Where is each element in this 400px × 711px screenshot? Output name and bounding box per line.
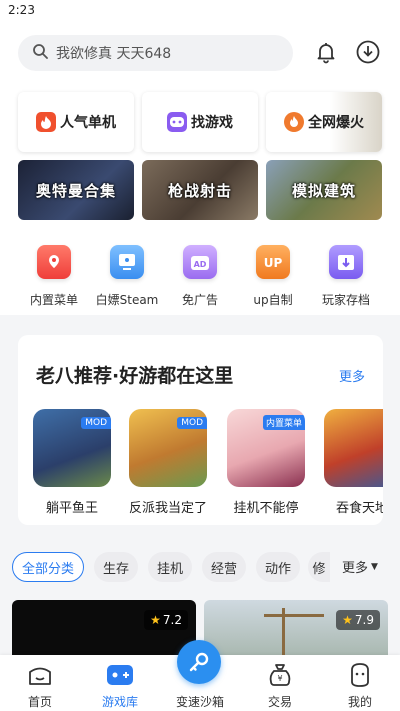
banner-building[interactable]: 模拟建筑 xyxy=(266,160,382,220)
nav-label: 首页 xyxy=(27,695,52,709)
featured-tile-find-game[interactable]: 找游戏 xyxy=(142,92,258,152)
category-tag[interactable]: 挂机 xyxy=(148,552,192,582)
game-preview[interactable]: ★ 7.2 xyxy=(12,600,196,656)
nav-label: 我的 xyxy=(347,695,372,709)
game-badge: MOD xyxy=(81,417,111,429)
game-name: 反派我当定了 xyxy=(128,501,207,516)
banner-label: 奥特曼合集 xyxy=(35,181,116,200)
quick-entry-label: 免广告 xyxy=(181,293,218,307)
category-tag[interactable]: 动作 xyxy=(256,552,300,582)
category-tag[interactable]: 经营 xyxy=(202,552,246,582)
nav-home[interactable]: 首页 xyxy=(0,655,80,711)
save-icon xyxy=(329,245,363,279)
search-placeholder: 我欲修真 天天648 xyxy=(56,46,172,62)
profile-icon xyxy=(351,663,369,687)
quick-entry-saves[interactable]: 玩家存档 xyxy=(308,245,384,308)
banner-label: 模拟建筑 xyxy=(291,181,356,200)
nav-label: 游戏库 xyxy=(101,695,138,709)
game-name: 挂机不能停 xyxy=(233,501,299,516)
speed-sandbox-key-button[interactable] xyxy=(177,640,221,684)
status-time: 2:23 xyxy=(8,3,35,17)
category-tag-all[interactable]: 全部分类 xyxy=(12,552,84,582)
svg-text:¥: ¥ xyxy=(277,674,282,683)
monitor-icon xyxy=(110,245,144,279)
quick-entry-steam[interactable]: 白嫖Steam xyxy=(89,245,165,308)
nav-profile[interactable]: 我的 xyxy=(320,655,400,711)
game-card[interactable]: MOD 反派我当定了 xyxy=(128,409,208,516)
category-more-button[interactable]: 更多 ▼ xyxy=(336,557,378,576)
search-input[interactable]: 我欲修真 天天648 xyxy=(18,35,293,71)
nav-game-library[interactable]: 游戏库 xyxy=(80,655,160,711)
nav-trade[interactable]: ¥ 交易 xyxy=(240,655,320,711)
game-icon xyxy=(324,409,383,487)
game-icon: MOD xyxy=(33,409,111,487)
caret-down-icon: ▼ xyxy=(371,561,378,572)
category-tag[interactable]: 生存 xyxy=(94,552,138,582)
top-bar: 我欲修真 天天648 xyxy=(0,24,400,80)
category-tags: 全部分类 生存 挂机 经营 动作 修 更多 ▼ xyxy=(0,552,400,588)
search-icon xyxy=(32,43,48,63)
star-icon: ★ xyxy=(150,613,161,627)
game-name: 躺平鱼王 xyxy=(45,501,98,516)
recommend-card: 老八推荐·好游都在这里 更多 MOD 躺平鱼王 MOD 反派我当定了 内置菜单 … xyxy=(18,335,383,525)
featured-tile-label: 人气单机 xyxy=(60,115,116,131)
key-icon xyxy=(189,652,209,672)
game-card[interactable]: 吞食天地 xyxy=(324,409,383,516)
gamepad-icon xyxy=(167,112,187,132)
game-card[interactable]: 内置菜单 挂机不能停 xyxy=(226,409,306,516)
money-bag-icon: ¥ xyxy=(269,664,291,686)
flame-icon xyxy=(36,112,56,132)
rating-badge: ★ 7.9 xyxy=(336,610,380,630)
quick-entry-label: 白嫖Steam xyxy=(95,293,159,307)
game-card[interactable]: MOD 躺平鱼王 xyxy=(32,409,112,516)
game-library-icon xyxy=(107,665,133,685)
game-badge: 内置菜单 xyxy=(262,415,305,430)
recommend-more-link[interactable]: 更多 xyxy=(339,366,365,385)
category-tag[interactable]: 修 xyxy=(308,552,330,582)
svg-text:AD: AD xyxy=(194,260,207,269)
quick-entry-menu[interactable]: 内置菜单 xyxy=(16,245,92,308)
crane-arm-graphic xyxy=(264,614,324,617)
banner-shooter[interactable]: 枪战射击 xyxy=(142,160,258,220)
rating-value: 7.9 xyxy=(354,613,374,627)
menu-icon xyxy=(37,245,71,279)
nav-label: 交易 xyxy=(267,695,292,709)
game-name: 吞食天地 xyxy=(336,501,383,516)
quick-entry-no-ads[interactable]: AD 免广告 xyxy=(162,245,238,308)
banner-ultraman[interactable]: 奥特曼合集 xyxy=(18,160,134,220)
download-icon[interactable] xyxy=(354,38,382,66)
game-badge: MOD xyxy=(177,417,207,429)
quick-entry-label: 内置菜单 xyxy=(29,293,78,307)
fire-icon xyxy=(284,112,304,132)
star-icon: ★ xyxy=(342,613,353,627)
featured-tile-popular[interactable]: 人气单机 xyxy=(18,92,134,152)
rating-value: 7.2 xyxy=(162,613,182,627)
quick-entry-label: 玩家存档 xyxy=(321,293,370,307)
quick-entry-label: up自制 xyxy=(253,293,293,307)
featured-tile-viral[interactable]: 全网爆火 xyxy=(266,92,382,152)
ad-block-icon: AD xyxy=(183,245,217,279)
svg-text:UP: UP xyxy=(264,256,283,270)
banner-label: 枪战射击 xyxy=(167,181,232,200)
rating-badge: ★ 7.2 xyxy=(144,610,188,630)
up-icon: UP xyxy=(256,245,290,279)
featured-tile-label: 全网爆火 xyxy=(308,115,364,131)
game-preview[interactable]: ★ 7.9 xyxy=(204,600,388,656)
status-bar: 2:23 xyxy=(0,0,400,24)
home-icon xyxy=(29,667,51,685)
quick-entry-up[interactable]: UP up自制 xyxy=(235,245,311,308)
recommend-title: 老八推荐·好游都在这里 xyxy=(36,365,234,387)
featured-tile-label: 找游戏 xyxy=(191,115,233,131)
nav-label: 变速沙箱 xyxy=(175,695,224,709)
game-icon: MOD xyxy=(129,409,207,487)
game-icon: 内置菜单 xyxy=(227,409,305,487)
category-more-label: 更多 xyxy=(342,561,369,576)
bell-icon[interactable] xyxy=(312,38,340,66)
